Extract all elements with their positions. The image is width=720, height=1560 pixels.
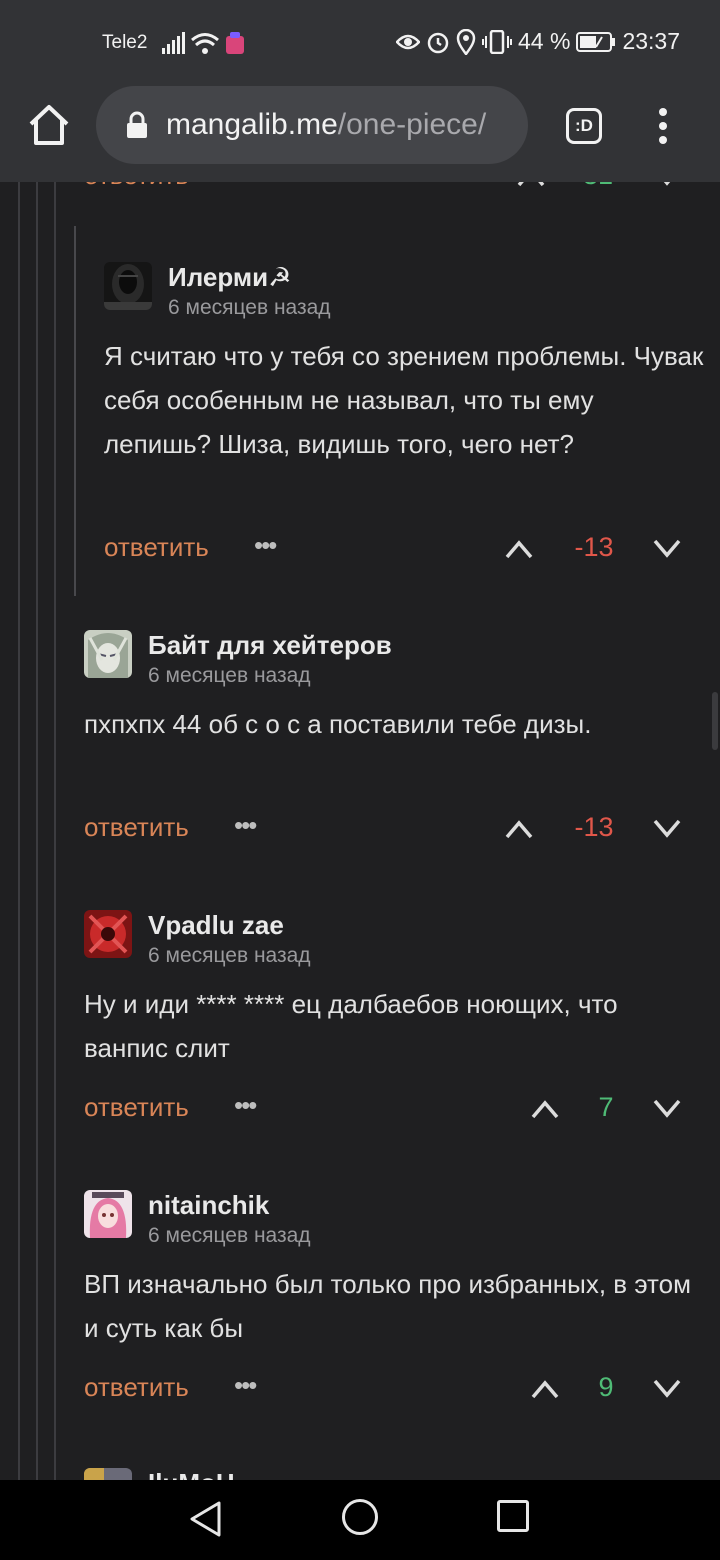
thread-line [54,182,56,1480]
status-bar: Tele2 44 % 23:37 [0,0,720,80]
chevron-up-icon[interactable] [530,1098,560,1120]
alarm-icon [427,32,449,53]
chevron-up-icon[interactable] [504,538,534,560]
avatar[interactable] [84,630,132,678]
comment-actions: ответить ••• 7 [84,1090,684,1132]
chevron-down-icon[interactable] [652,1098,682,1120]
eye-icon [396,34,420,49]
chevron-up-icon[interactable] [504,818,534,840]
timestamp: 6 месяцев назад [168,296,331,319]
username[interactable]: nitainchik [148,1190,269,1221]
comment-actions: ответить ••• 9 [84,1370,684,1412]
timestamp: 6 месяцев назад [148,1224,311,1247]
reply-button[interactable]: ответить [84,1372,189,1403]
username[interactable]: Илерми☭ [168,262,291,293]
url-domain: mangalib.me [166,108,338,141]
vote-score: 9 [598,1372,614,1402]
clock: 23:37 [622,28,680,54]
thread-line [74,226,76,596]
battery-icon [576,31,616,52]
reply-button[interactable]: ответить [84,182,189,191]
comment-text: Ну и иди **** **** ец далбаебов ноющих, … [84,989,618,1063]
more-options-button[interactable]: ••• [234,1090,257,1121]
scrollbar[interactable] [712,692,718,750]
system-nav-bar [0,1480,720,1560]
location-icon [456,28,476,55]
battery-percent: 44 % [518,28,571,54]
comment-text: ВП изначально был только про избранных, … [84,1269,691,1343]
home-circle-icon[interactable] [342,1499,378,1535]
carrier-label: Tele2 [102,32,148,53]
status-icons: 44 % 23:37 [396,28,680,55]
back-triangle-icon[interactable] [188,1500,224,1538]
chevron-down-icon[interactable] [652,818,682,840]
lock-icon [127,111,147,138]
username[interactable]: Байт для хейтеров [148,630,392,661]
chevron-down-icon[interactable] [652,538,682,560]
comment-text: пхпхпх 44 об с о с а поставили тебе дизы… [84,709,592,739]
thread-line [18,182,20,1480]
avatar[interactable] [84,910,132,958]
vote-score: 7 [598,1092,614,1122]
vote-score: 31 [568,182,628,191]
more-options-button[interactable]: ••• [234,810,257,841]
more-options-button[interactable]: ••• [254,530,277,561]
recent-square-icon[interactable] [497,1500,529,1532]
chevron-down-icon[interactable] [652,1378,682,1400]
comment-text: Я считаю что у тебя со зрением проблемы.… [104,341,704,459]
url-path: /one-piece/ [337,108,487,141]
more-options-button[interactable]: ••• [234,1370,257,1401]
vote-score: -13 [574,532,614,562]
chevron-down-icon[interactable] [652,182,682,188]
tab-switcher-label: :D [575,116,593,135]
comment-actions: ответить ••• 31 [84,182,684,200]
username[interactable]: IluMoH [148,1468,235,1480]
comment-actions: ответить ••• -13 [84,810,684,852]
vibrate-icon [482,29,512,54]
comments-list: ответить ••• 31 Илерми☭ 6 месяцев назад … [0,182,720,1480]
comment-actions: ответить ••• -13 [104,530,684,572]
browser-toolbar: mangalib.me/one-piece/ :D [0,80,720,182]
url-text: mangalib.me/one-piece/ [166,108,486,142]
chevron-up-icon[interactable] [516,182,546,188]
more-options-button[interactable]: ••• [234,182,257,189]
username[interactable]: Vpadlu zae [148,910,284,941]
reply-button[interactable]: ответить [84,1092,189,1123]
more-vertical-icon[interactable] [650,106,676,146]
avatar[interactable] [84,1190,132,1238]
reply-button[interactable]: ответить [104,532,209,563]
avatar[interactable] [84,1468,132,1480]
address-bar[interactable]: mangalib.me/one-piece/ [96,86,528,164]
tab-switcher-button[interactable]: :D [566,108,602,144]
home-icon[interactable] [26,102,72,148]
signal-wifi-icon [162,32,244,54]
chevron-up-icon[interactable] [530,1378,560,1400]
avatar[interactable] [104,262,152,310]
reply-button[interactable]: ответить [84,812,189,843]
thread-line [36,182,38,1480]
timestamp: 6 месяцев назад [148,944,311,967]
timestamp: 6 месяцев назад [148,664,311,687]
vote-score: -13 [574,812,614,842]
